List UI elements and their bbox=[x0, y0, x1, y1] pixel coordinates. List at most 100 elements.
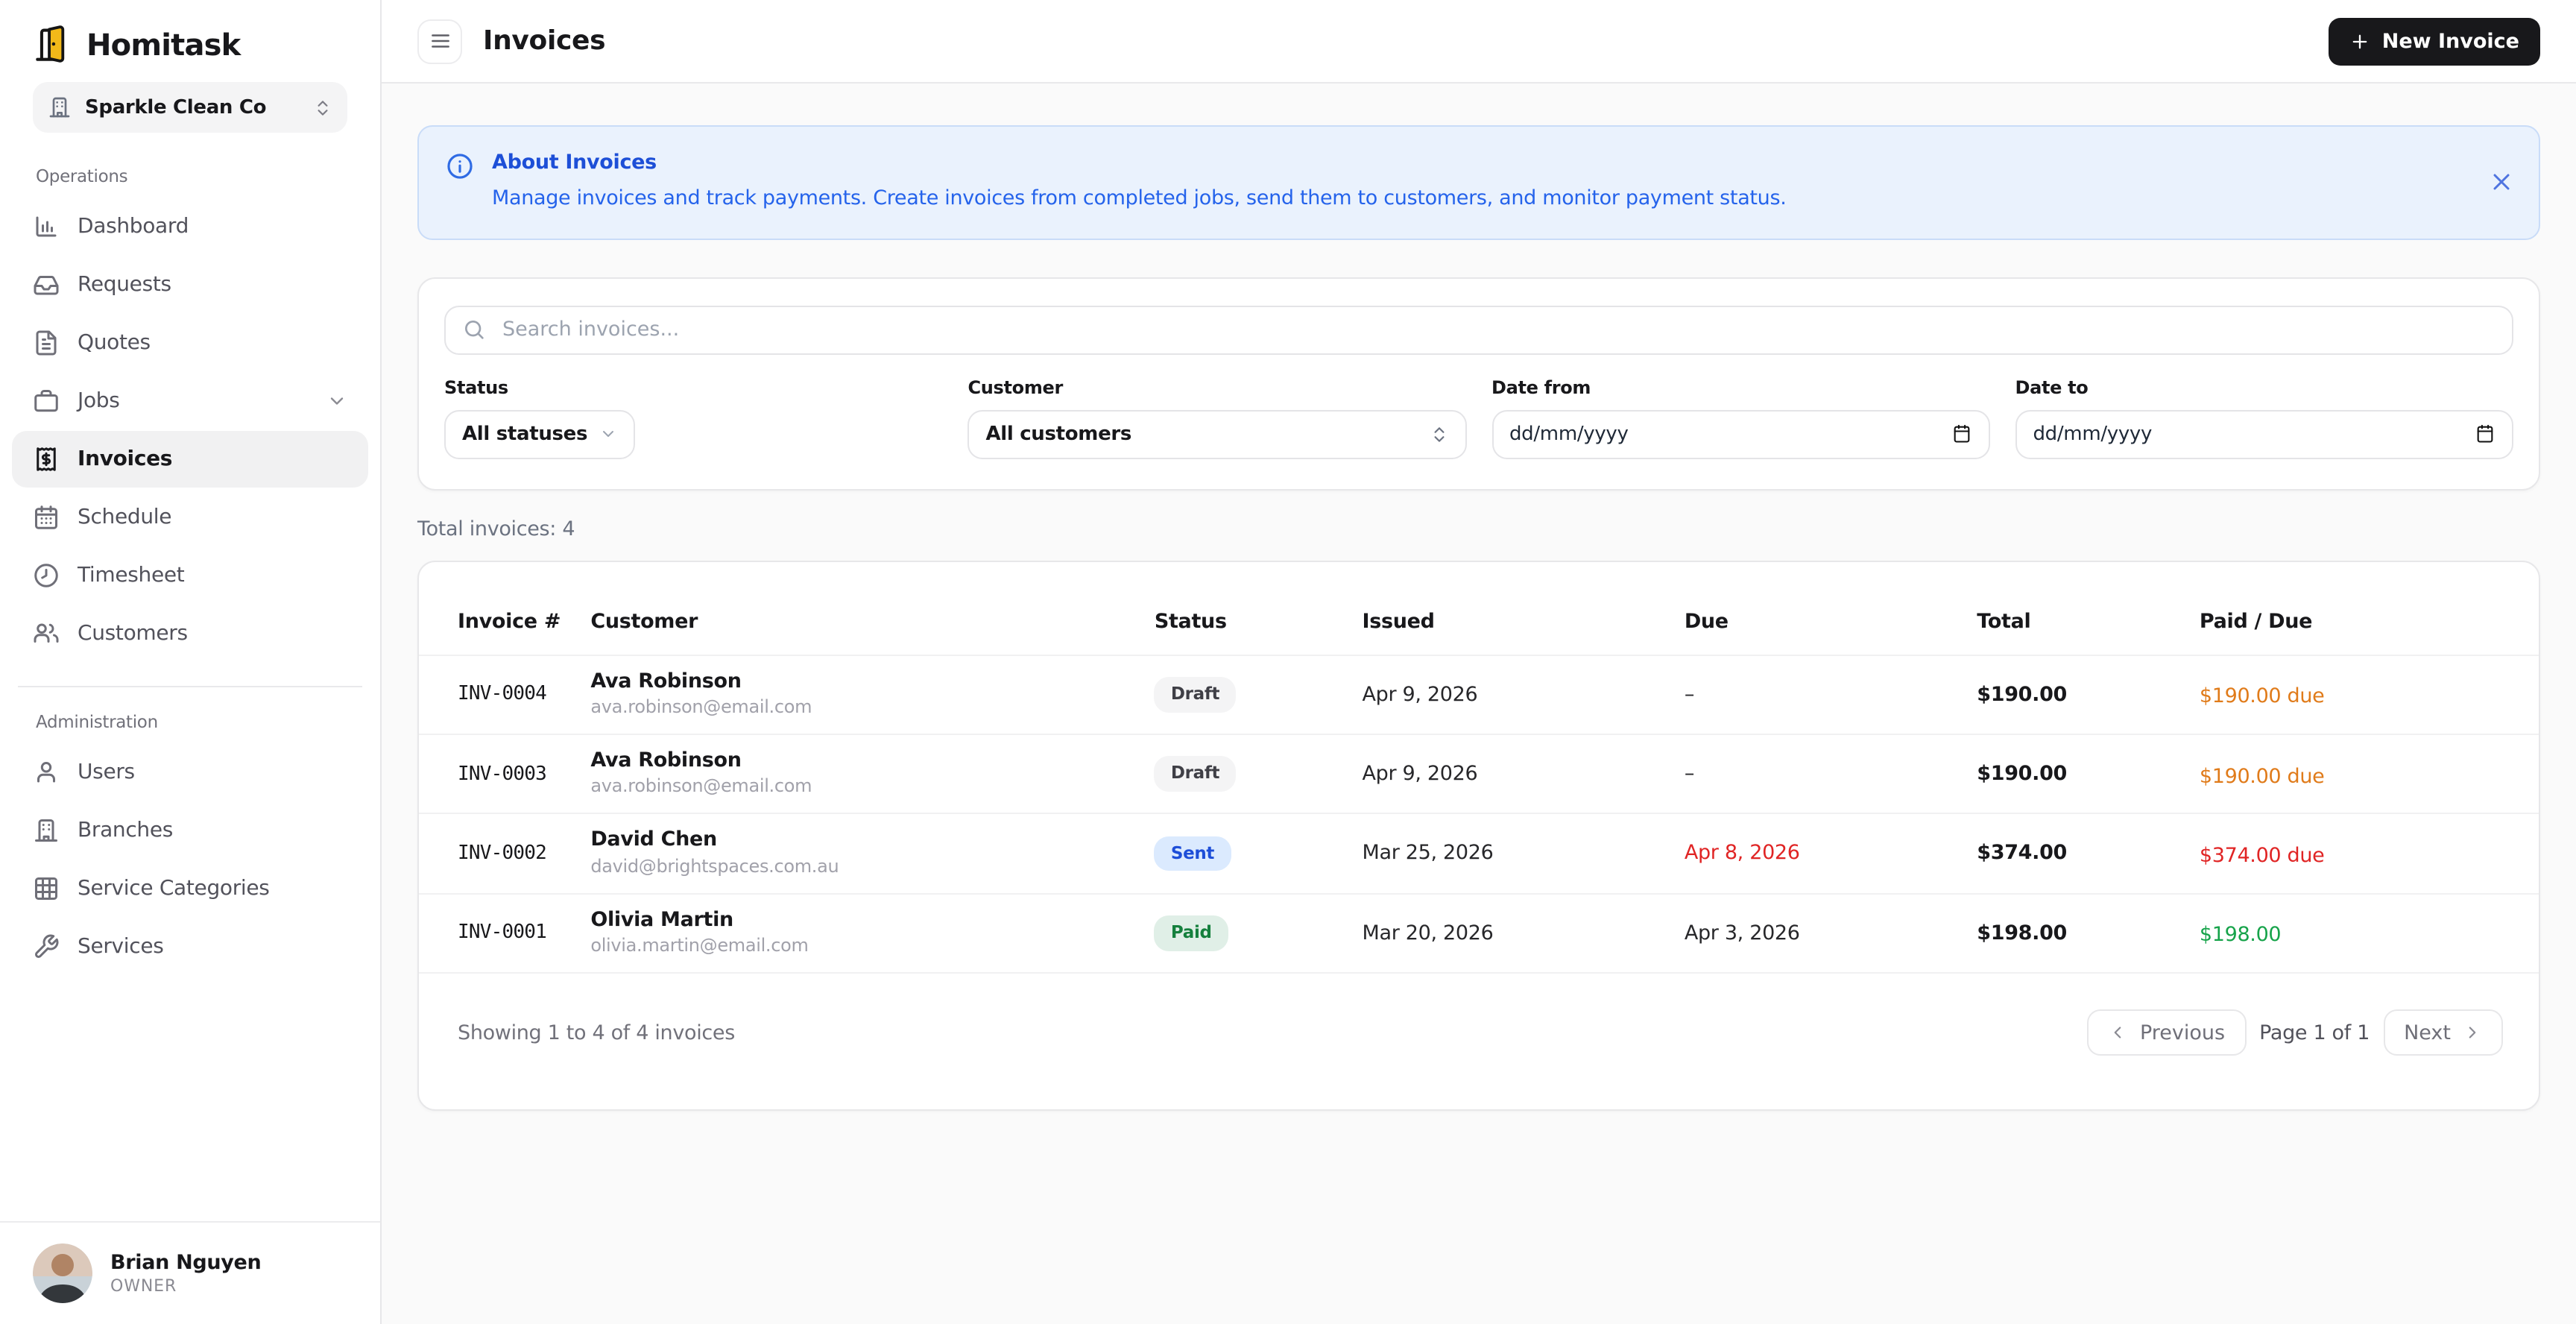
calendar-icon bbox=[33, 504, 60, 531]
sidebar-item-jobs[interactable]: Jobs bbox=[12, 373, 368, 429]
invoice-row[interactable]: INV-0003 Ava Robinson ava.robinson@email.c… bbox=[419, 733, 2539, 814]
user-card[interactable]: Brian Nguyen OWNER bbox=[0, 1221, 380, 1324]
status-cell: Sent bbox=[1154, 813, 1363, 894]
customer-cell: Ava Robinson ava.robinson@email.com bbox=[590, 654, 1155, 734]
sidebar-item-schedule[interactable]: Schedule bbox=[12, 489, 368, 546]
date-from-group: Date from dd/mm/yyyy bbox=[1491, 376, 1990, 459]
date-to-placeholder: dd/mm/yyyy bbox=[2033, 423, 2153, 446]
invoice-row[interactable]: INV-0001 Olivia Martin olivia.martin@email… bbox=[419, 892, 2539, 973]
customer-filter-label: Customer bbox=[967, 376, 1064, 398]
status-cell: Draft bbox=[1154, 654, 1363, 734]
users-icon bbox=[33, 620, 60, 647]
sidebar-item-invoices[interactable]: Invoices bbox=[12, 431, 368, 488]
status-filter-select[interactable]: All statuses bbox=[444, 409, 636, 459]
invoice-row[interactable]: INV-0004 Ava Robinson ava.robinson@email.c… bbox=[419, 654, 2539, 734]
invoice-number-cell: INV-0003 bbox=[419, 733, 591, 814]
filter-row: Status All statuses Customer All custome… bbox=[444, 376, 2513, 459]
sidebar-item-quotes[interactable]: Quotes bbox=[12, 315, 368, 371]
sidebar-item-label: Users bbox=[78, 760, 135, 784]
invoice-number-cell: INV-0001 bbox=[419, 892, 591, 973]
date-to-input[interactable]: dd/mm/yyyy bbox=[2015, 409, 2513, 459]
banner-close-button[interactable] bbox=[2488, 169, 2515, 196]
issued-date-cell: Apr 9, 2026 bbox=[1362, 654, 1685, 734]
sidebar-item-label: Quotes bbox=[78, 331, 151, 355]
status-badge: Draft bbox=[1154, 756, 1237, 792]
customer-name: Ava Robinson bbox=[590, 748, 742, 772]
status-filter-group: Status All statuses bbox=[444, 376, 943, 459]
clock-icon bbox=[33, 562, 60, 589]
issued-date-cell: Mar 20, 2026 bbox=[1362, 892, 1685, 973]
sidebar-section-label: Operations bbox=[36, 166, 128, 186]
invoice-row[interactable]: INV-0002 David Chen david@brightspaces.com… bbox=[419, 813, 2539, 894]
sidebar: Homitask Sparkle Clean Co Operations Dash… bbox=[0, 0, 382, 1324]
sidebar-item-requests[interactable]: Requests bbox=[12, 256, 368, 313]
column-header: Customer bbox=[590, 609, 698, 634]
customer-email: david@brightspaces.com.au bbox=[590, 855, 839, 877]
hamburger-menu-icon bbox=[429, 30, 451, 52]
sidebar-section-label: Administration bbox=[36, 711, 158, 732]
paid-due-cell: $198.00 bbox=[2199, 892, 2539, 973]
table-footer: Showing 1 to 4 of 4 invoices Previous Pa… bbox=[419, 972, 2539, 1109]
app-window: Homitask Sparkle Clean Co Operations Dash… bbox=[0, 0, 2576, 1324]
customer-cell: David Chen david@brightspaces.com.au bbox=[590, 813, 1155, 894]
user-role: OWNER bbox=[110, 1276, 177, 1296]
page-title: Invoices bbox=[483, 25, 606, 57]
content: About Invoices Manage invoices and track… bbox=[382, 83, 2576, 1112]
date-from-label: Date from bbox=[1491, 376, 1591, 398]
sidebar-item-label: Customers bbox=[78, 622, 188, 646]
column-header: Due bbox=[1684, 609, 1729, 634]
sidebar-item-services[interactable]: Services bbox=[12, 918, 368, 975]
paid-due-cell: $190.00 due bbox=[2199, 654, 2539, 734]
company-selector[interactable]: Sparkle Clean Co bbox=[33, 82, 347, 133]
grid-icon bbox=[33, 875, 60, 902]
next-page-button[interactable]: Next bbox=[2383, 1009, 2503, 1056]
info-icon bbox=[446, 152, 474, 180]
calendar-icon[interactable] bbox=[1951, 423, 1972, 444]
sidebar-item-customers[interactable]: Customers bbox=[12, 605, 368, 662]
avatar bbox=[33, 1243, 92, 1303]
new-invoice-button[interactable]: New Invoice bbox=[2328, 17, 2540, 65]
customer-cell: Ava Robinson ava.robinson@email.com bbox=[590, 733, 1155, 814]
total-cell: $190.00 bbox=[1977, 733, 2200, 814]
brand-name: Homitask bbox=[86, 26, 241, 62]
due-date-cell: Apr 8, 2026 bbox=[1684, 813, 1977, 894]
sidebar-item-dashboard[interactable]: Dashboard bbox=[12, 198, 368, 255]
customer-cell: Olivia Martin olivia.martin@email.com bbox=[590, 892, 1155, 973]
invoice-receipt-icon bbox=[33, 446, 60, 473]
paid-due-amount: $190.00 due bbox=[2199, 684, 2325, 709]
status-filter-value: All statuses bbox=[462, 423, 588, 446]
sidebar-item-users[interactable]: Users bbox=[12, 744, 368, 801]
column-header: Issued bbox=[1362, 609, 1435, 634]
status-badge: Sent bbox=[1154, 836, 1231, 871]
invoices-table-card: Invoice # Customer Status Issued Due Total Pai… bbox=[417, 560, 2540, 1112]
date-to-label: Date to bbox=[2015, 376, 2089, 398]
sidebar-item-label: Requests bbox=[78, 273, 171, 297]
customer-filter-select[interactable]: All customers bbox=[967, 409, 1466, 459]
total-invoices-label: Total invoices: 4 bbox=[417, 517, 575, 541]
sidebar-item-label: Timesheet bbox=[78, 564, 185, 587]
search-input[interactable] bbox=[499, 316, 2496, 344]
sidebar-toggle-button[interactable] bbox=[417, 19, 462, 63]
date-from-placeholder: dd/mm/yyyy bbox=[1509, 423, 1629, 446]
sidebar-item-timesheet[interactable]: Timesheet bbox=[12, 547, 368, 604]
sidebar-item-label: Service Categories bbox=[78, 877, 270, 901]
calendar-icon[interactable] bbox=[2475, 423, 2496, 444]
sidebar-item-service-categories[interactable]: Service Categories bbox=[12, 860, 368, 917]
sidebar-item-branches[interactable]: Branches bbox=[12, 802, 368, 859]
status-filter-label: Status bbox=[444, 376, 508, 398]
close-icon bbox=[2488, 169, 2515, 196]
status-badge: Paid bbox=[1154, 915, 1228, 951]
sidebar-item-label: Dashboard bbox=[78, 215, 189, 239]
due-date-cell: – bbox=[1684, 654, 1977, 734]
customer-name: Olivia Martin bbox=[590, 907, 733, 932]
sidebar-item-label: Invoices bbox=[78, 447, 173, 471]
building-icon bbox=[33, 817, 60, 844]
table-header-row: Invoice # Customer Status Issued Due Total Pai… bbox=[419, 561, 2539, 655]
filter-card: Status All statuses Customer All custome… bbox=[417, 277, 2540, 491]
date-from-input[interactable]: dd/mm/yyyy bbox=[1491, 409, 1990, 459]
previous-page-button[interactable]: Previous bbox=[2087, 1009, 2247, 1056]
chevron-down-icon bbox=[599, 425, 617, 443]
wrench-icon bbox=[33, 933, 60, 960]
banner-title: About Invoices bbox=[492, 151, 657, 174]
paid-due-amount: $198.00 bbox=[2199, 923, 2282, 948]
